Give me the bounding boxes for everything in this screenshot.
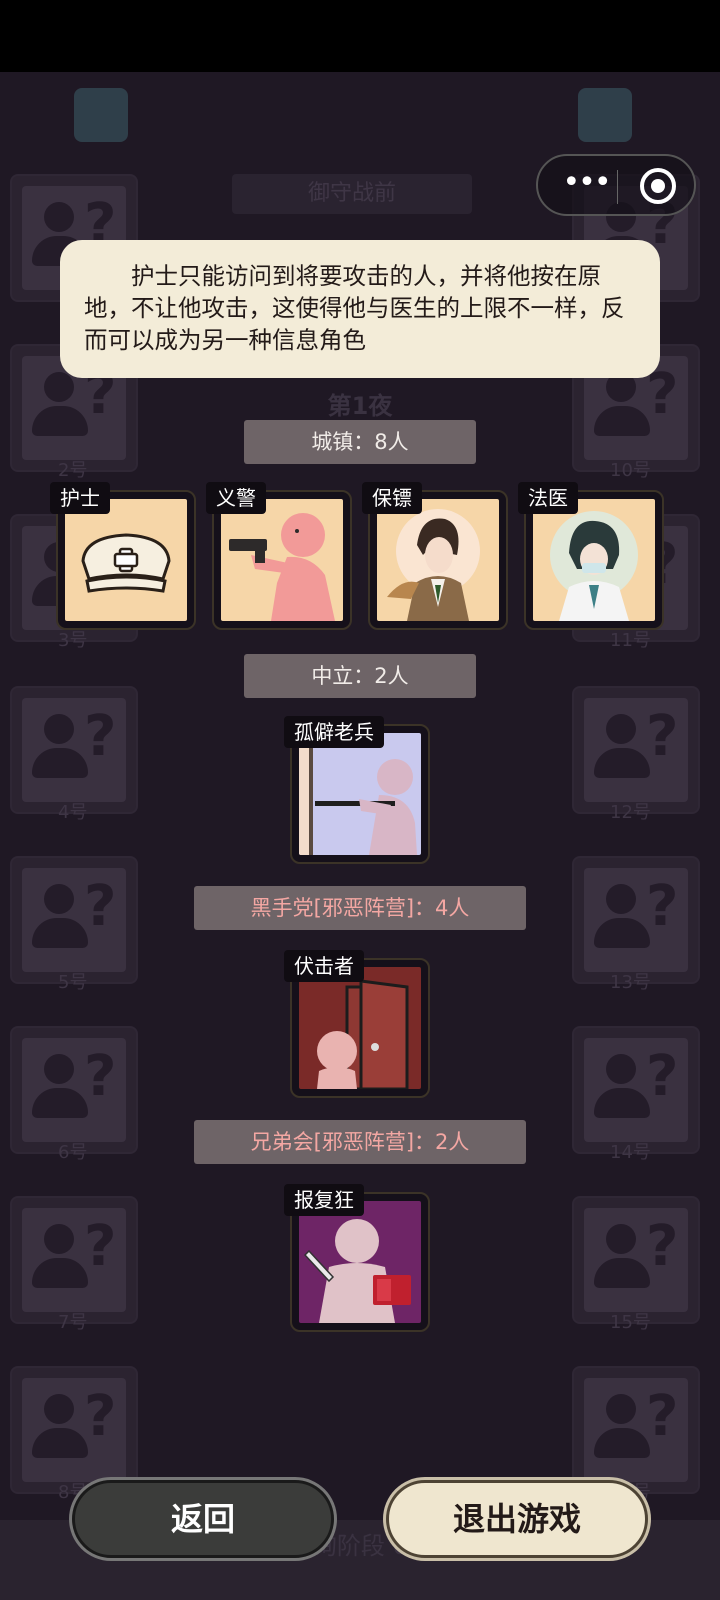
role-card-ambusher[interactable]: 伏击者: [284, 950, 430, 1098]
role-name: 护士: [50, 482, 110, 514]
unknown-player-icon: ?: [22, 1378, 126, 1482]
map-icon: [74, 88, 128, 142]
role-name: 保镖: [362, 482, 422, 514]
back-button[interactable]: 返回: [72, 1480, 334, 1558]
seat-number-label: 6号: [58, 1142, 88, 1163]
player-seat[interactable]: ?: [572, 686, 700, 814]
more-dots-icon[interactable]: •••: [558, 168, 614, 200]
role-name: 报复狂: [284, 1184, 364, 1216]
player-seat[interactable]: ?: [10, 1026, 138, 1154]
background-title: 御守战前: [232, 174, 472, 214]
edit-icon: [578, 88, 632, 142]
unknown-player-icon: ?: [584, 1378, 688, 1482]
group-header-mafia: 黑手党[邪恶阵营]：4人: [194, 886, 526, 930]
role-card-avenger[interactable]: 报复狂: [284, 1184, 430, 1332]
group-header-brotherhood: 兄弟会[邪恶阵营]：2人: [194, 1120, 526, 1164]
player-seat[interactable]: ?: [572, 1196, 700, 1324]
player-seat[interactable]: ?: [10, 1196, 138, 1324]
seat-number-label: 5号: [58, 972, 88, 993]
role-tooltip: 护士只能访问到将要攻击的人，并将他按在原地，不让他攻击，这使得他与医生的上限不一…: [60, 240, 660, 378]
player-seat[interactable]: ?: [10, 1366, 138, 1494]
player-seat[interactable]: ?: [10, 686, 138, 814]
unknown-player-icon: ?: [22, 1038, 126, 1142]
seat-number-label: 12号: [610, 802, 651, 823]
unknown-player-icon: ?: [584, 698, 688, 802]
unknown-player-icon: ?: [584, 1208, 688, 1312]
nurse-cap-icon: [65, 499, 187, 621]
role-card-veteran[interactable]: 孤僻老兵: [284, 716, 430, 864]
seat-number-label: 15号: [610, 1312, 651, 1333]
seat-number-label: 7号: [58, 1312, 88, 1333]
group-header-neutral: 中立：2人: [244, 654, 476, 698]
veteran-icon: [299, 733, 421, 855]
unknown-player-icon: ?: [584, 1038, 688, 1142]
role-name: 伏击者: [284, 950, 364, 982]
seat-number-label: 13号: [610, 972, 651, 993]
group-header-town: 城镇：8人: [244, 420, 476, 464]
unknown-player-icon: ?: [22, 1208, 126, 1312]
miniprogram-capsule: •••: [536, 154, 696, 216]
coroner-portrait-icon: [533, 499, 655, 621]
role-card-coroner[interactable]: 法医: [518, 482, 664, 630]
capsule-divider: [617, 170, 618, 204]
role-name: 法医: [518, 482, 578, 514]
player-seat[interactable]: ?: [572, 1366, 700, 1494]
avenger-icon: [299, 1201, 421, 1323]
player-seat[interactable]: ?: [572, 856, 700, 984]
player-seat[interactable]: ?: [10, 856, 138, 984]
unknown-player-icon: ?: [22, 698, 126, 802]
gunman-icon: [221, 499, 343, 621]
bodyguard-portrait-icon: [377, 499, 499, 621]
target-circle-icon[interactable]: [640, 168, 676, 204]
ambusher-icon: [299, 967, 421, 1089]
unknown-player-icon: ?: [22, 868, 126, 972]
role-card-vigilante[interactable]: 义警: [206, 482, 352, 630]
role-name: 义警: [206, 482, 266, 514]
role-name: 孤僻老兵: [284, 716, 384, 748]
player-seat[interactable]: ?: [572, 1026, 700, 1154]
seat-number-label: 10号: [610, 460, 651, 481]
exit-game-button[interactable]: 退出游戏: [386, 1480, 648, 1558]
role-card-nurse[interactable]: 护士: [50, 482, 196, 630]
seat-number-label: 4号: [58, 802, 88, 823]
seat-number-label: 2号: [58, 460, 88, 481]
seat-number-label: 14号: [610, 1142, 651, 1163]
status-bar: [0, 0, 720, 72]
night-label: 第1夜: [327, 392, 393, 420]
role-card-bodyguard[interactable]: 保镖: [362, 482, 508, 630]
unknown-player-icon: ?: [584, 868, 688, 972]
